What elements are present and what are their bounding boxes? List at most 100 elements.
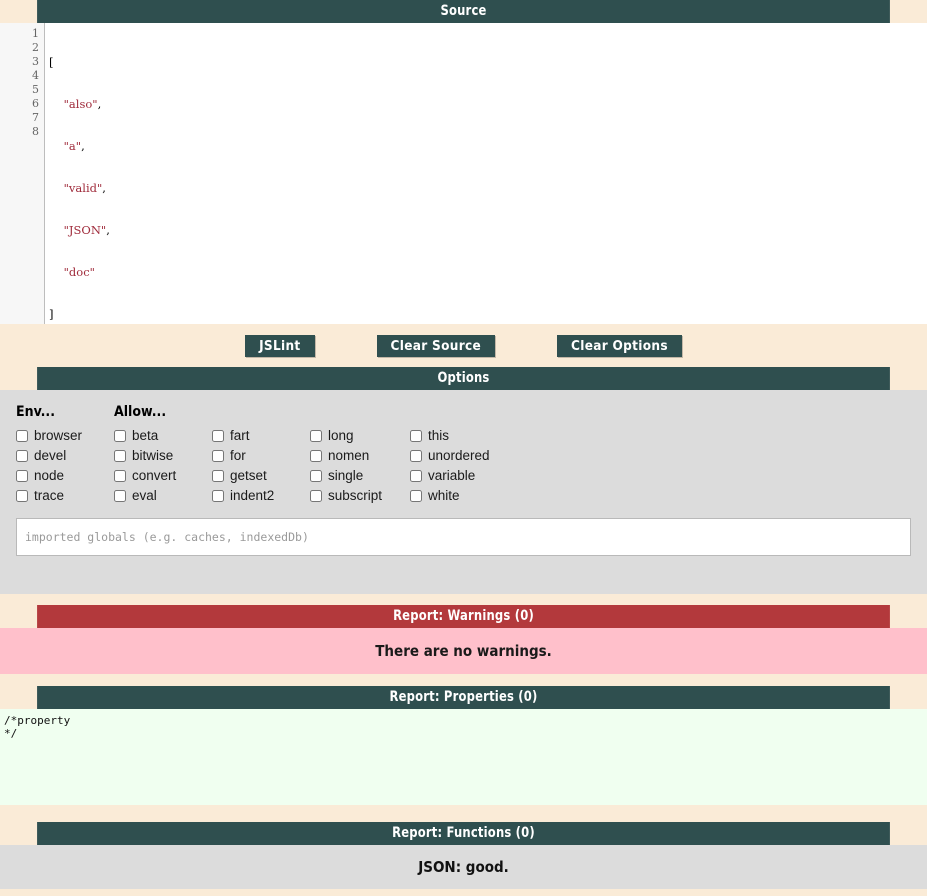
- line-number: 5: [32, 83, 39, 96]
- globals-row: [0, 506, 927, 556]
- code-token-string: "valid": [63, 181, 103, 195]
- section-gap: [0, 805, 927, 822]
- option-label: indent2: [230, 488, 275, 503]
- option-this-checkbox[interactable]: [410, 430, 422, 442]
- option-label: node: [34, 468, 65, 483]
- option-label: eval: [132, 488, 157, 503]
- options-column-5: this unordered variable white: [410, 404, 510, 506]
- option-unordered-checkbox[interactable]: [410, 450, 422, 462]
- line-number: 2: [32, 41, 39, 54]
- section-gap: [0, 674, 927, 686]
- option-beta-checkbox[interactable]: [114, 430, 126, 442]
- option-label: for: [230, 448, 246, 463]
- options-grid: Env... browser devel node trace Allow...…: [0, 404, 927, 506]
- option-label: unordered: [428, 448, 490, 463]
- option-label: subscript: [328, 488, 383, 503]
- option-label: bitwise: [132, 448, 174, 463]
- clear-options-button[interactable]: Clear Options: [557, 334, 682, 357]
- no-warnings-message: There are no warnings.: [375, 642, 552, 660]
- option-devel[interactable]: devel: [16, 446, 114, 466]
- option-bitwise-checkbox[interactable]: [114, 450, 126, 462]
- option-this[interactable]: this: [410, 426, 510, 446]
- properties-report-header: Report: Properties (0): [37, 686, 890, 709]
- option-label: browser: [34, 428, 83, 443]
- source-editor[interactable]: 1 2 3 4 5 6 7 8 [ "also", "a", "valid", …: [0, 23, 927, 324]
- options-column-allow: Allow... beta bitwise convert eval: [114, 404, 212, 506]
- code-line: "a",: [45, 139, 927, 153]
- line-number: 8: [32, 125, 39, 138]
- option-indent2-checkbox[interactable]: [212, 490, 224, 502]
- option-white-checkbox[interactable]: [410, 490, 422, 502]
- option-indent2[interactable]: indent2: [212, 486, 310, 506]
- line-number: 3: [32, 55, 39, 68]
- option-long[interactable]: long: [310, 426, 410, 446]
- code-token-punctuation: [: [49, 55, 54, 69]
- option-unordered[interactable]: unordered: [410, 446, 510, 466]
- option-for-checkbox[interactable]: [212, 450, 224, 462]
- option-label: this: [428, 428, 450, 443]
- option-eval[interactable]: eval: [114, 486, 212, 506]
- option-eval-checkbox[interactable]: [114, 490, 126, 502]
- option-node[interactable]: node: [16, 466, 114, 486]
- jslint-button[interactable]: JSLint: [245, 334, 315, 357]
- functions-report-body: JSON: good.: [0, 845, 927, 889]
- line-number: 7: [32, 111, 39, 124]
- option-convert[interactable]: convert: [114, 466, 212, 486]
- option-label: fart: [230, 428, 250, 443]
- source-code-text[interactable]: [ "also", "a", "valid", "JSON", "doc" ]: [45, 23, 927, 324]
- option-nomen[interactable]: nomen: [310, 446, 410, 466]
- option-single[interactable]: single: [310, 466, 410, 486]
- option-fart[interactable]: fart: [212, 426, 310, 446]
- option-long-checkbox[interactable]: [310, 430, 322, 442]
- code-line: "doc": [45, 265, 927, 279]
- option-white[interactable]: white: [410, 486, 510, 506]
- option-label: getset: [230, 468, 267, 483]
- code-token-comma: ,: [97, 97, 102, 111]
- clear-source-button[interactable]: Clear Source: [376, 334, 496, 357]
- option-single-checkbox[interactable]: [310, 470, 322, 482]
- code-token-string: "JSON": [63, 223, 107, 237]
- option-nomen-checkbox[interactable]: [310, 450, 322, 462]
- option-for[interactable]: for: [212, 446, 310, 466]
- code-token-string: "doc": [63, 265, 95, 279]
- option-label: variable: [428, 468, 476, 483]
- option-trace-checkbox[interactable]: [16, 490, 28, 502]
- option-browser[interactable]: browser: [16, 426, 114, 446]
- option-trace[interactable]: trace: [16, 486, 114, 506]
- option-getset[interactable]: getset: [212, 466, 310, 486]
- options-column-env: Env... browser devel node trace: [16, 404, 114, 506]
- options-column-title: Env...: [16, 404, 55, 420]
- option-node-checkbox[interactable]: [16, 470, 28, 482]
- option-bitwise[interactable]: bitwise: [114, 446, 212, 466]
- globals-input[interactable]: [16, 518, 911, 556]
- option-fart-checkbox[interactable]: [212, 430, 224, 442]
- code-token-comma: ,: [106, 223, 110, 237]
- option-convert-checkbox[interactable]: [114, 470, 126, 482]
- option-getset-checkbox[interactable]: [212, 470, 224, 482]
- options-column-title: Allow...: [114, 404, 167, 420]
- option-browser-checkbox[interactable]: [16, 430, 28, 442]
- option-subscript-checkbox[interactable]: [310, 490, 322, 502]
- json-status-message: JSON: good.: [418, 858, 509, 876]
- option-subscript[interactable]: subscript: [310, 486, 410, 506]
- option-devel-checkbox[interactable]: [16, 450, 28, 462]
- source-header: Source: [37, 0, 890, 23]
- action-button-strip: JSLint Clear Source Clear Options: [0, 324, 927, 367]
- properties-report-body: /*property */: [0, 709, 927, 805]
- option-variable[interactable]: variable: [410, 466, 510, 486]
- code-token-punctuation: ]: [49, 307, 54, 321]
- option-variable-checkbox[interactable]: [410, 470, 422, 482]
- line-number: 4: [32, 69, 39, 82]
- code-token-comma: ,: [102, 181, 106, 195]
- option-label: long: [328, 428, 354, 443]
- options-column-3: fart for getset indent2: [212, 404, 310, 506]
- option-label: beta: [132, 428, 159, 443]
- code-token-string: "a": [63, 139, 82, 153]
- option-label: nomen: [328, 448, 370, 463]
- option-beta[interactable]: beta: [114, 426, 212, 446]
